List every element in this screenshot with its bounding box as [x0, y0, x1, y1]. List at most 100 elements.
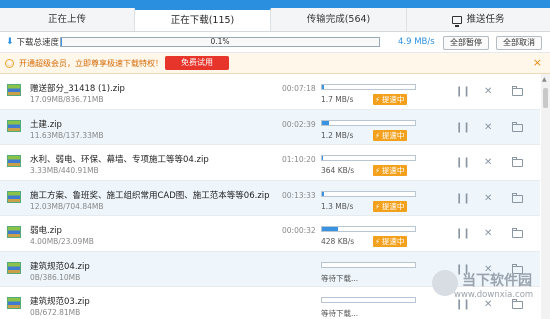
file-progress-fill: [322, 156, 323, 160]
watermark-url: www.downxia.com: [454, 290, 534, 300]
time-remaining: 00:02:39: [282, 119, 316, 129]
accelerating-label: 提速中: [381, 166, 405, 175]
file-progress-fill: [322, 191, 324, 196]
download-row[interactable]: 土建.zip 11.63MB/137.33MB 00:02:39 1.2 MB/s ⚡ 提…: [0, 109, 540, 145]
lightning-icon: ⚡: [375, 96, 380, 104]
tab-push-tasks-label: 推送任务: [466, 14, 505, 25]
file-progress-bar: [321, 119, 416, 126]
file-name: 施工方案、鲁班奖、施工组织常用CAD图、施工范本等等06.zip: [30, 190, 270, 201]
total-progress-bar: 0.1%: [60, 37, 380, 47]
file-speed: 等待下载...: [321, 273, 359, 283]
time-remaining: 00:13:33: [282, 190, 316, 200]
time-remaining: 00:07:18: [282, 84, 316, 93]
watermark-title: 当下软件园: [462, 273, 532, 289]
download-row[interactable]: 赠送部分_31418 (1).zip 17.09MB/836.71MB 00:07:…: [0, 74, 540, 110]
accelerating-label: 提速中: [381, 130, 405, 140]
tab-completed[interactable]: 传输完成(564): [271, 8, 407, 31]
time-remaining: 00:00:32: [282, 226, 316, 235]
total-speed-value: 4.9 MB/s: [398, 37, 435, 47]
file-progress-bar: [321, 190, 416, 197]
lightning-icon: ⚡: [375, 238, 380, 246]
monitor-icon: [452, 15, 463, 27]
pause-all-button[interactable]: 全部暂停: [443, 36, 489, 50]
file-progress-fill: [322, 85, 324, 89]
total-speed-label: 下载总速度: [16, 38, 60, 48]
file-speed: 428 KB/s: [321, 237, 355, 246]
total-progress-percent: 0.1%: [210, 37, 230, 46]
lightning-icon: ⚡: [375, 131, 380, 140]
folder-icon[interactable]: [512, 157, 523, 167]
delete-icon[interactable]: ✕: [484, 122, 492, 133]
file-name: 建筑规范03.zip: [30, 297, 90, 307]
scroll-up-icon[interactable]: ▲: [542, 76, 547, 83]
accelerating-badge: ⚡ 提速中: [373, 129, 408, 141]
file-progress-fill: [322, 227, 338, 231]
time-remaining: 01:10:20: [282, 155, 316, 164]
lightning-icon: ⚡: [375, 202, 380, 211]
file-speed: 1.3 MB/s: [321, 201, 354, 211]
delete-icon[interactable]: ✕: [484, 193, 492, 204]
cancel-all-button[interactable]: 全部取消: [496, 36, 542, 50]
lightning-icon: ⚡: [375, 167, 380, 175]
file-name: 建筑规范04.zip: [30, 261, 90, 272]
file-size: 0B/386.10MB: [30, 272, 81, 282]
file-size: 4.00MB/23.09MB: [30, 237, 94, 246]
zip-file-icon: [7, 226, 21, 238]
folder-icon[interactable]: [512, 86, 523, 96]
delete-icon[interactable]: ✕: [484, 86, 492, 97]
download-row[interactable]: 水利、弱电、环保、幕墙、专项施工等等04.zip 3.33MB/440.91MB 0…: [0, 145, 540, 181]
download-row[interactable]: 弱电.zip 4.00MB/23.09MB 00:00:32 428 KB/s ⚡ 提速中…: [0, 216, 540, 252]
file-size: 12.03MB/704.84MB: [30, 201, 104, 211]
accelerating-badge: ⚡ 提速中: [373, 236, 408, 247]
file-size: 17.09MB/836.71MB: [30, 95, 104, 104]
zip-file-icon: [7, 84, 21, 96]
folder-icon[interactable]: [512, 192, 523, 203]
tab-downloading[interactable]: 正在下载(115): [135, 8, 271, 31]
free-trial-button[interactable]: 免费试用: [165, 56, 229, 70]
file-speed: 1.7 MB/s: [321, 95, 354, 104]
vip-banner-text: 开通超级会员，立即尊享极速下载特权！: [19, 58, 163, 68]
folder-icon[interactable]: [512, 121, 523, 132]
file-name: 水利、弱电、环保、幕墙、专项施工等等04.zip: [30, 155, 209, 165]
accelerating-badge: ⚡ 提速中: [373, 165, 408, 176]
tab-push-tasks[interactable]: 推送任务: [407, 8, 550, 31]
accelerating-badge: ⚡ 提速中: [373, 200, 408, 212]
file-speed: 等待下载...: [321, 309, 359, 318]
zip-file-icon: [7, 261, 21, 274]
file-progress-fill: [322, 120, 330, 125]
file-size: 3.33MB/440.91MB: [30, 166, 99, 175]
smile-icon: ◡: [5, 58, 14, 68]
accelerating-label: 提速中: [381, 237, 405, 246]
close-icon[interactable]: ×: [533, 56, 542, 69]
file-size: 0B/672.81MB: [30, 308, 81, 317]
file-progress-bar: [321, 297, 416, 303]
delete-icon[interactable]: ✕: [484, 157, 492, 168]
file-name: 弱电.zip: [30, 226, 62, 236]
folder-icon[interactable]: [512, 228, 523, 238]
file-speed: 1.2 MB/s: [321, 130, 354, 140]
file-name: 土建.zip: [30, 119, 62, 130]
file-name: 赠送部分_31418 (1).zip: [30, 84, 125, 94]
file-progress-bar: [321, 226, 416, 232]
pause-icon[interactable]: ❙❙: [455, 228, 471, 239]
pause-icon[interactable]: ❙❙: [455, 157, 471, 168]
file-progress-bar: [321, 155, 416, 161]
pause-icon[interactable]: ❙❙: [455, 193, 471, 204]
zip-file-icon: [7, 297, 21, 309]
accelerating-badge: ⚡ 提速中: [373, 94, 408, 105]
accelerating-label: 提速中: [381, 201, 405, 211]
zip-file-icon: [7, 190, 21, 203]
scrollbar-thumb[interactable]: [543, 88, 548, 108]
download-arrow-icon: ⬇: [6, 37, 14, 47]
file-speed: 364 KB/s: [321, 166, 355, 175]
pause-icon[interactable]: ❙❙: [455, 122, 471, 133]
vip-banner: ◡ 开通超级会员，立即尊享极速下载特权！ 免费试用 ×: [0, 53, 550, 74]
tab-uploading[interactable]: 正在上传: [0, 8, 135, 31]
accelerating-label: 提速中: [381, 95, 405, 104]
title-strip: [0, 0, 550, 8]
delete-icon[interactable]: ✕: [484, 228, 492, 239]
total-speed-row: ⬇ 下载总速度 0.1% 4.9 MB/s 全部暂停 全部取消: [0, 32, 550, 53]
download-row[interactable]: 施工方案、鲁班奖、施工组织常用CAD图、施工范本等等06.zip 12.03MB/…: [0, 180, 540, 216]
pause-icon[interactable]: ❙❙: [455, 86, 471, 97]
file-progress-bar: [321, 261, 416, 268]
